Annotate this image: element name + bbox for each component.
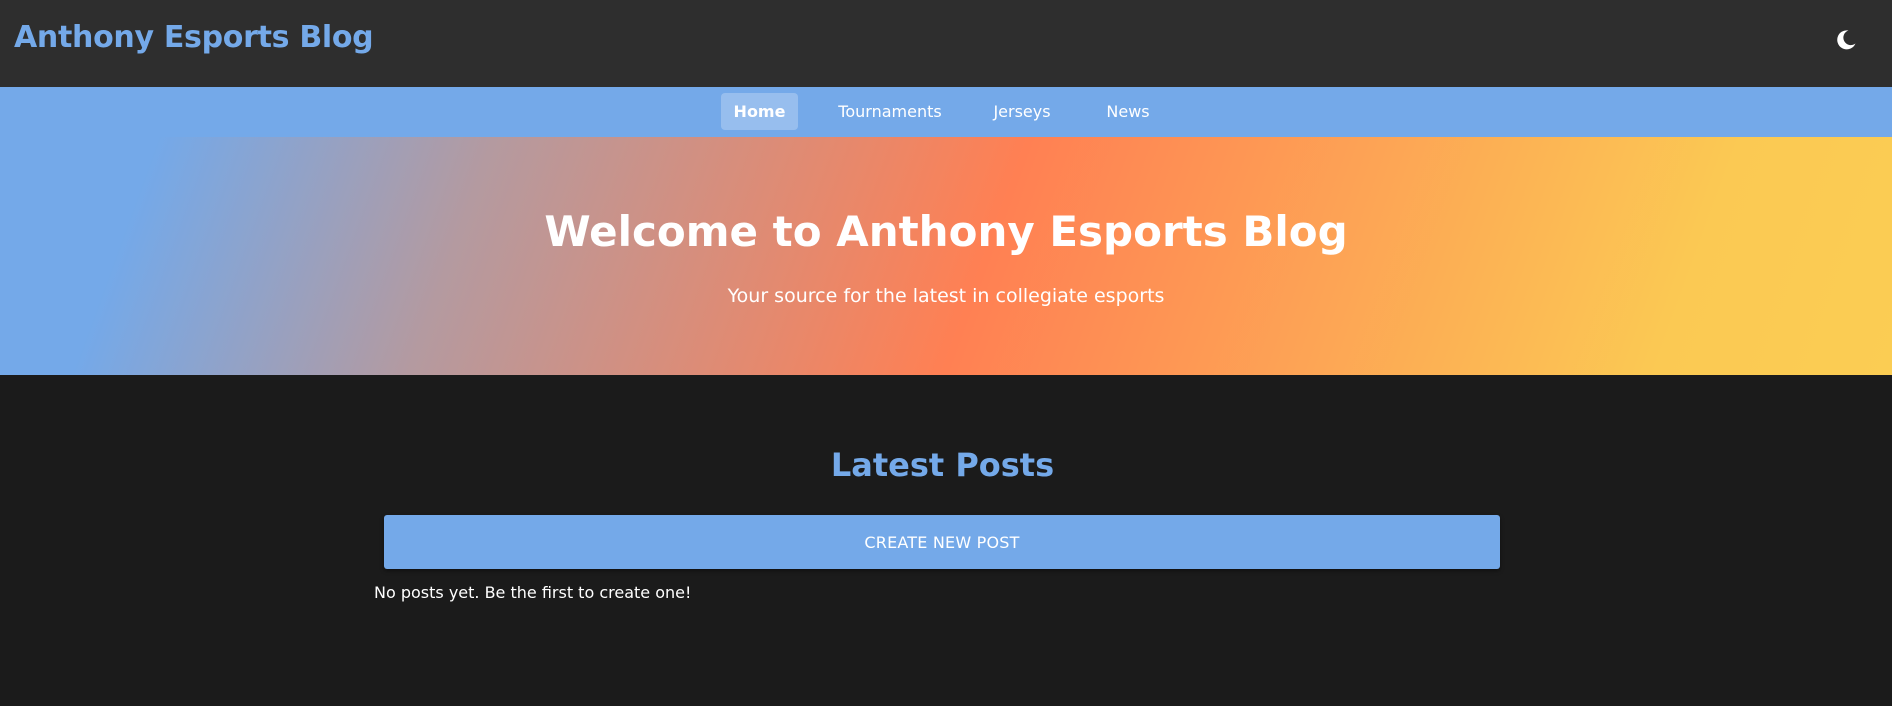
empty-posts-message: No posts yet. Be the first to create one… bbox=[374, 583, 692, 602]
nav-item-tournaments[interactable]: Tournaments bbox=[830, 93, 950, 130]
nav-item-jerseys[interactable]: Jerseys bbox=[982, 93, 1062, 130]
create-post-button[interactable]: CREATE NEW POST bbox=[384, 515, 1500, 569]
nav-item-home[interactable]: Home bbox=[721, 93, 798, 130]
moon-icon[interactable] bbox=[1832, 26, 1860, 54]
hero-subtitle: Your source for the latest in collegiate… bbox=[727, 285, 1165, 307]
section-title: Latest Posts bbox=[830, 446, 1055, 484]
hero-title: Welcome to Anthony Esports Blog bbox=[544, 207, 1348, 256]
hero-banner: Welcome to Anthony Esports Blog Your sou… bbox=[0, 137, 1892, 375]
main-nav: Home Tournaments Jerseys News bbox=[0, 87, 1892, 137]
site-title[interactable]: Anthony Esports Blog bbox=[14, 20, 374, 55]
nav-item-news[interactable]: News bbox=[1094, 93, 1162, 130]
top-header: Anthony Esports Blog bbox=[0, 0, 1892, 87]
